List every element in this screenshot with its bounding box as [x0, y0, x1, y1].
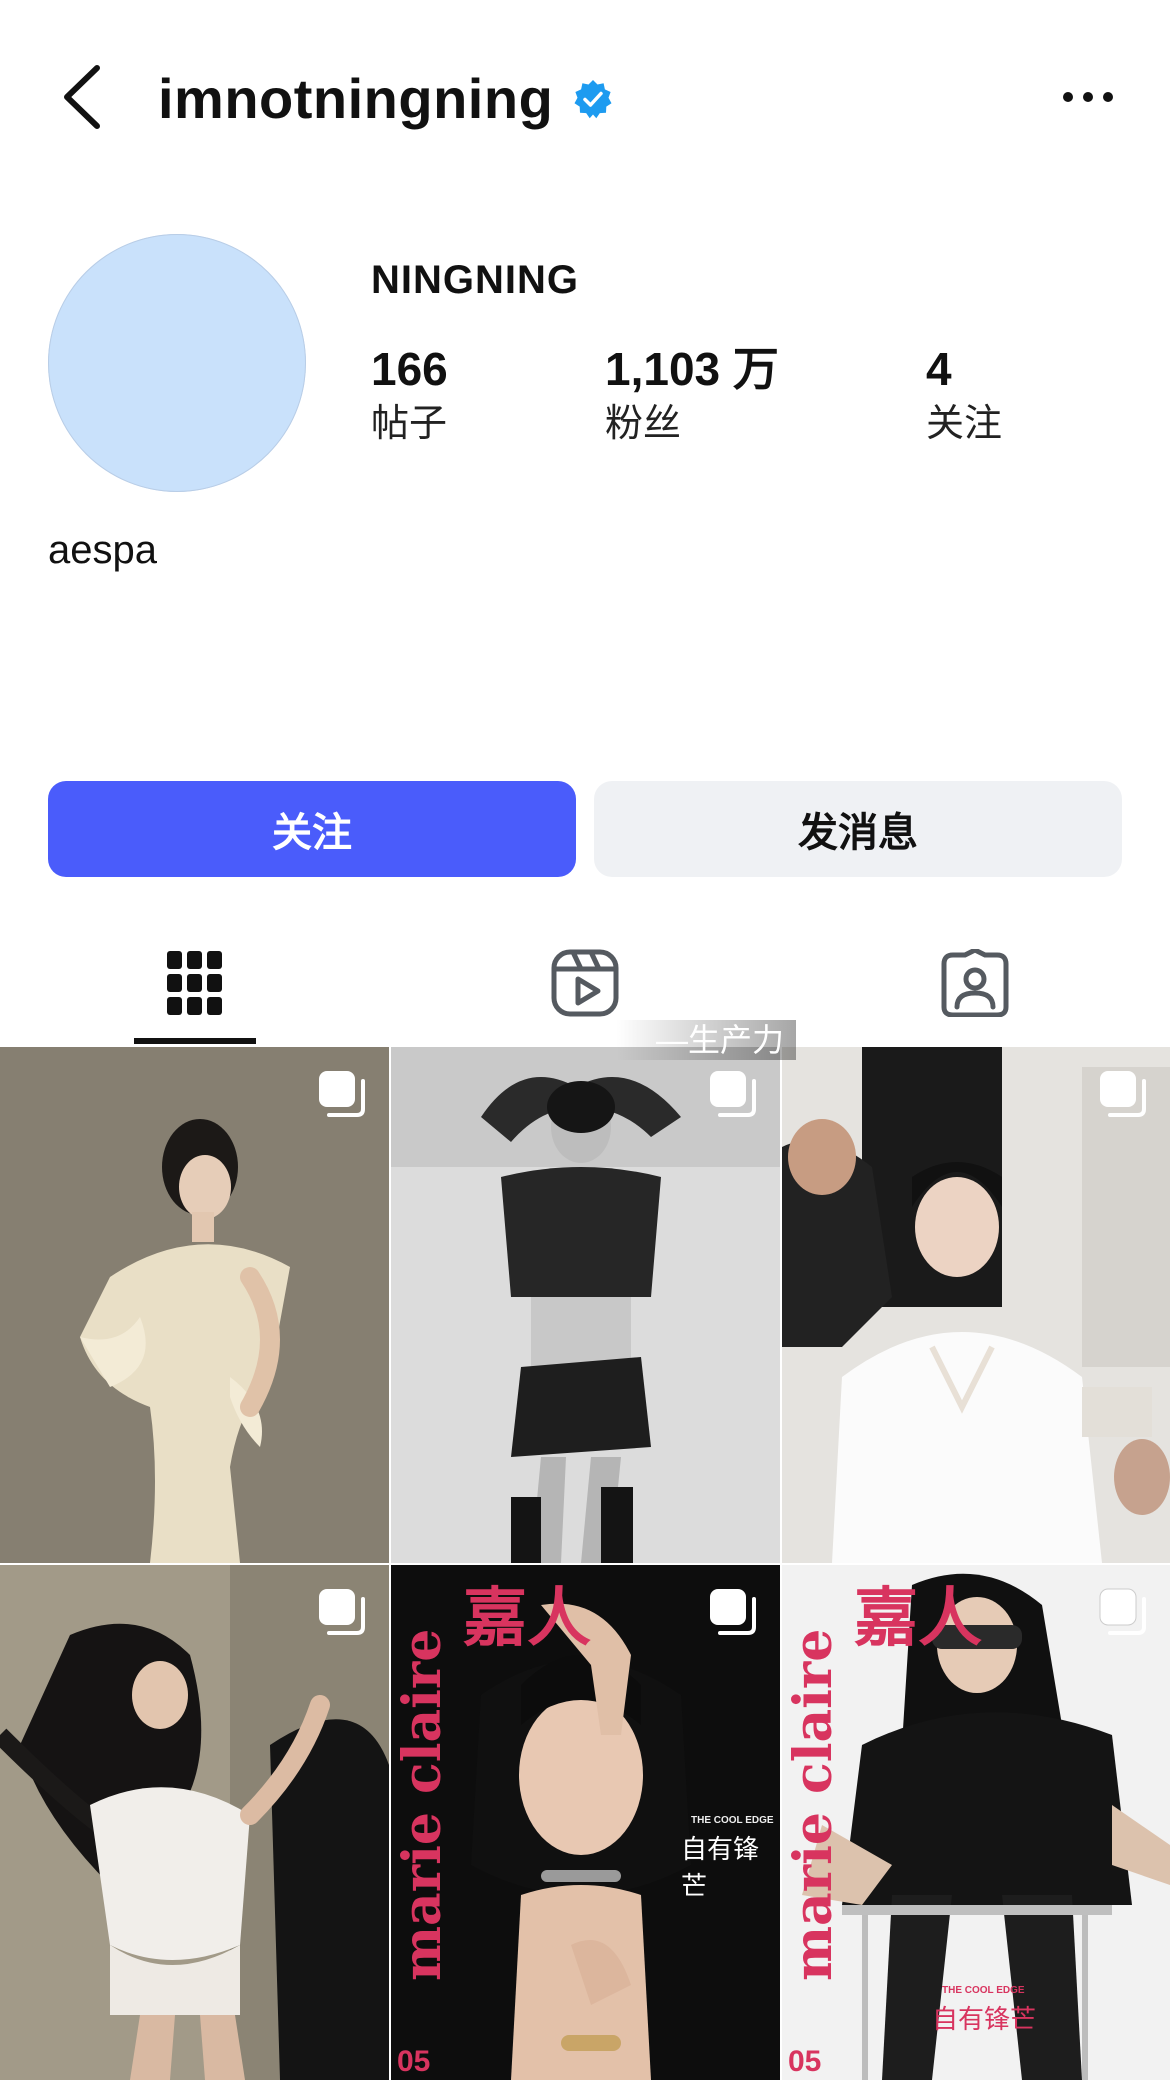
post-tile[interactable]	[391, 1047, 780, 1563]
cover-logo: marie claire	[783, 1628, 844, 1981]
active-tab-indicator	[134, 1038, 256, 1044]
username: imnotningning	[158, 67, 554, 130]
post-tile[interactable]: marie claire 嘉人 THE COOL EDGE 自有锋芒 05	[391, 1565, 780, 2080]
stat-posts[interactable]: 166 帖子	[371, 340, 448, 450]
post-tile[interactable]: marie claire 嘉人 THE COOL EDGE 自有锋芒 05	[782, 1565, 1170, 2080]
cover-logo: marie claire	[392, 1628, 453, 1981]
watermark: —生产力	[616, 1020, 797, 1060]
carousel-icon	[710, 1071, 756, 1117]
carousel-icon	[1100, 1071, 1146, 1117]
profile-tabs	[0, 920, 1170, 1045]
post-tile[interactable]	[0, 1565, 389, 2080]
tab-tagged[interactable]	[895, 920, 1055, 1045]
stat-posts-count: 166	[371, 343, 448, 395]
cover-subtitle-en: THE COOL EDGE	[942, 1985, 1025, 1996]
cover-title: 嘉人	[854, 1581, 982, 1656]
tab-posts-grid[interactable]	[115, 920, 275, 1045]
bio: aespa	[48, 528, 157, 572]
post-image	[0, 1565, 389, 2080]
avatar[interactable]	[48, 234, 306, 492]
tagged-icon	[941, 948, 1009, 1017]
reels-icon	[551, 949, 619, 1016]
verified-badge-icon	[574, 80, 612, 119]
stat-followers-count: 1,103 万	[605, 343, 779, 395]
cover-title: 嘉人	[463, 1581, 591, 1656]
username-row: imnotningning	[158, 64, 613, 134]
grid-icon	[167, 950, 222, 1015]
stat-following[interactable]: 4 关注	[926, 340, 1002, 450]
cover-subtitle-en: THE COOL EDGE	[691, 1815, 774, 1826]
cover-issue: 05	[788, 2045, 822, 2078]
follow-button[interactable]: 关注	[48, 781, 576, 877]
stat-followers[interactable]: 1,103 万 粉丝	[605, 340, 779, 450]
post-tile[interactable]	[782, 1047, 1170, 1563]
chevron-left-icon[interactable]	[55, 62, 111, 132]
message-button[interactable]: 发消息	[594, 781, 1122, 877]
display-name: NINGNING	[371, 258, 579, 302]
carousel-icon	[1099, 1588, 1146, 1635]
ellipsis-icon[interactable]	[1058, 80, 1118, 114]
cover-subtitle-cn: 自有锋芒	[932, 2005, 1037, 2035]
carousel-icon	[710, 1589, 756, 1635]
post-grid: marie claire 嘉人 THE COOL EDGE 自有锋芒 05 ma…	[0, 1047, 1170, 2080]
stat-following-count: 4	[926, 343, 952, 395]
post-tile[interactable]	[0, 1047, 389, 1563]
cover-issue: 05	[397, 2045, 431, 2078]
stat-following-label: 关注	[926, 403, 1003, 445]
carousel-icon	[319, 1589, 365, 1635]
post-image	[391, 1047, 780, 1563]
carousel-icon	[319, 1071, 365, 1117]
post-image	[782, 1047, 1170, 1563]
stat-followers-label: 粉丝	[605, 403, 682, 445]
stat-posts-label: 帖子	[371, 403, 448, 445]
cover-subtitle-cn: 自有锋芒	[681, 1835, 760, 1902]
profile-header: imnotningning	[0, 0, 1170, 190]
post-image	[0, 1047, 389, 1563]
